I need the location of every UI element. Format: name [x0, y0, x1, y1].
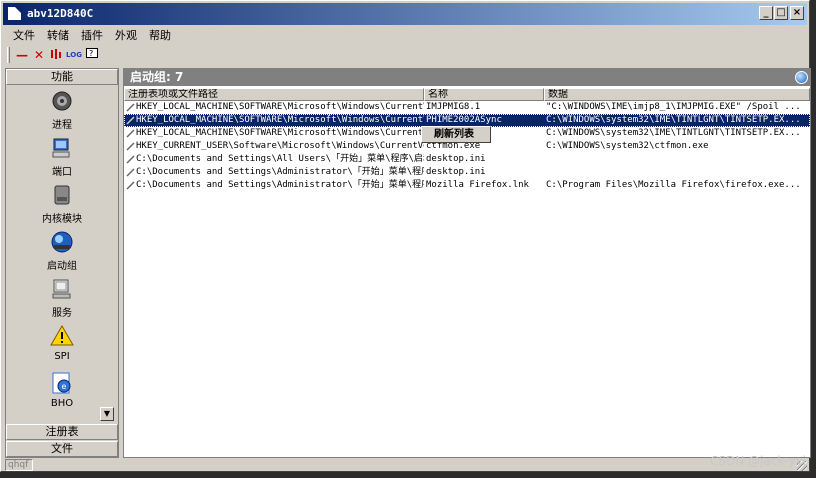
cell-data [544, 153, 810, 166]
sidebar-item-label: SPI [54, 351, 70, 362]
column-header-name[interactable]: 名称 [424, 88, 544, 101]
startup-globe-icon [51, 231, 73, 253]
cell-data: C:\WINDOWS\system32\IME\TINTLGNT\TINTSET… [546, 115, 801, 125]
group-header-title: 启动组: 7 [130, 70, 184, 84]
log-icon[interactable]: LOG [65, 48, 83, 62]
warning-icon [50, 325, 74, 346]
cell-path: HKEY_LOCAL_MACHINE\SOFTWARE\Microsoft\Wi… [136, 128, 424, 138]
sidebar-item-bho[interactable]: e BHO [6, 371, 118, 409]
app-window: abv12D840C _ □ × 文件 转储 插件 外观 帮助 — ✕ LOG … [0, 0, 811, 472]
watermark: CSDN @jack-yyj [710, 454, 806, 468]
sidebar-header[interactable]: 功能 [6, 69, 118, 85]
bars-icon[interactable] [49, 48, 63, 62]
globe-icon[interactable] [795, 71, 808, 84]
menu-appearance[interactable]: 外观 [115, 27, 137, 45]
bho-ie-icon: e [52, 372, 71, 394]
maximize-button[interactable]: □ [774, 6, 788, 20]
cell-path: C:\Documents and Settings\Administrator\… [136, 180, 424, 190]
toolbar: — ✕ LOG ? [5, 45, 125, 65]
cell-name: Mozilla Firefox.lnk [426, 180, 529, 190]
cell-path: C:\Documents and Settings\All Users\「开始」… [136, 154, 424, 164]
status-bar: qhqf [5, 459, 809, 471]
group-header: 启动组: 7 [124, 69, 810, 86]
file-pen-icon [126, 155, 135, 164]
cell-name: IMJPMIG8.1 [426, 102, 481, 112]
registry-pen-icon [126, 142, 135, 151]
cell-data: C:\WINDOWS\system32\ctfmon.exe [546, 141, 709, 151]
column-header-path[interactable]: 注册表项或文件路径 [124, 88, 424, 101]
table-row[interactable]: HKEY_LOCAL_MACHINE\SOFTWARE\Microsoft\Wi… [124, 101, 810, 114]
cell-path: C:\Documents and Settings\Administrator\… [136, 167, 424, 177]
table-header: 注册表项或文件路径 名称 数据 [124, 88, 810, 101]
close-x-icon[interactable]: ✕ [32, 48, 46, 62]
sidebar-item-label: 进程 [52, 120, 72, 131]
menu-file[interactable]: 文件 [13, 27, 35, 45]
context-menu-refresh-list[interactable]: 刷新列表 [421, 126, 491, 143]
column-header-data[interactable]: 数据 [544, 88, 810, 101]
table-body: HKEY_LOCAL_MACHINE\SOFTWARE\Microsoft\Wi… [124, 101, 810, 192]
registry-pen-icon [126, 103, 135, 112]
menu-plugins[interactable]: 插件 [81, 27, 103, 45]
cell-path: HKEY_CURRENT_USER\Software\Microsoft\Win… [136, 141, 424, 151]
sidebar-footer-registry[interactable]: 注册表 [6, 424, 118, 440]
process-gear-icon [52, 91, 72, 111]
table-row[interactable]: C:\Documents and Settings\Administrator\… [124, 179, 810, 192]
table-row[interactable]: C:\Documents and Settings\Administrator\… [124, 166, 810, 179]
sidebar: 功能 进程 端口 内核模块 启动组 服务 SPI e BHO ▼ 注册表 文件 [5, 68, 119, 458]
close-button[interactable]: × [790, 6, 804, 20]
cell-data: C:\Program Files\Mozilla Firefox\firefox… [546, 180, 801, 190]
file-pen-icon [126, 168, 135, 177]
sidebar-item-label: 启动组 [47, 261, 77, 272]
cell-data: "C:\WINDOWS\IME\imjp8_1\IMJPMIG.EXE" /Sp… [546, 102, 801, 112]
status-panel-left: qhqf [5, 459, 33, 471]
menu-dump[interactable]: 转储 [47, 27, 69, 45]
registry-pen-icon [126, 116, 135, 125]
minimize-button[interactable]: _ [759, 6, 773, 20]
sidebar-item-spi[interactable]: SPI [6, 324, 118, 362]
service-computer-icon [52, 279, 71, 299]
menu-help[interactable]: 帮助 [149, 27, 171, 45]
kernel-module-icon [54, 185, 70, 205]
cell-name: desktop.ini [426, 167, 486, 177]
file-pen-icon [126, 181, 135, 190]
sidebar-item-kernel[interactable]: 内核模块 [6, 183, 118, 225]
sidebar-item-label: 服务 [52, 308, 72, 319]
cell-path: HKEY_LOCAL_MACHINE\SOFTWARE\Microsoft\Wi… [136, 115, 424, 125]
help-icon[interactable]: ? [85, 48, 99, 62]
window-title: abv12D840C [27, 7, 94, 20]
menu-bar: 文件 转储 插件 外观 帮助 [5, 27, 171, 45]
port-computer-icon [52, 138, 70, 158]
sidebar-item-port[interactable]: 端口 [6, 136, 118, 178]
cell-data [544, 166, 810, 179]
table-row[interactable]: C:\Documents and Settings\All Users\「开始」… [124, 153, 810, 166]
sidebar-item-process[interactable]: 进程 [6, 89, 118, 131]
cell-name: desktop.ini [426, 154, 486, 164]
sidebar-item-startup[interactable]: 启动组 [6, 230, 118, 272]
sidebar-footer-file[interactable]: 文件 [6, 441, 118, 457]
svg-text:?: ? [89, 49, 93, 58]
sidebar-item-label: 端口 [52, 167, 72, 178]
sidebar-item-label: 内核模块 [42, 214, 82, 225]
sidebar-list: 进程 端口 内核模块 启动组 服务 SPI e BHO [6, 85, 118, 421]
minus-icon[interactable]: — [15, 48, 29, 62]
registry-pen-icon [126, 129, 135, 138]
sidebar-scroll-down-button[interactable]: ▼ [100, 407, 114, 421]
sidebar-item-service[interactable]: 服务 [6, 277, 118, 319]
title-bar[interactable]: abv12D840C _ □ × [3, 3, 807, 25]
toolbar-grip[interactable] [7, 47, 10, 63]
svg-text:e: e [62, 382, 67, 391]
cell-path: HKEY_LOCAL_MACHINE\SOFTWARE\Microsoft\Wi… [136, 102, 424, 112]
app-icon[interactable] [7, 6, 22, 21]
cell-data: C:\WINDOWS\system32\IME\TINTLGNT\TINTSET… [546, 128, 801, 138]
